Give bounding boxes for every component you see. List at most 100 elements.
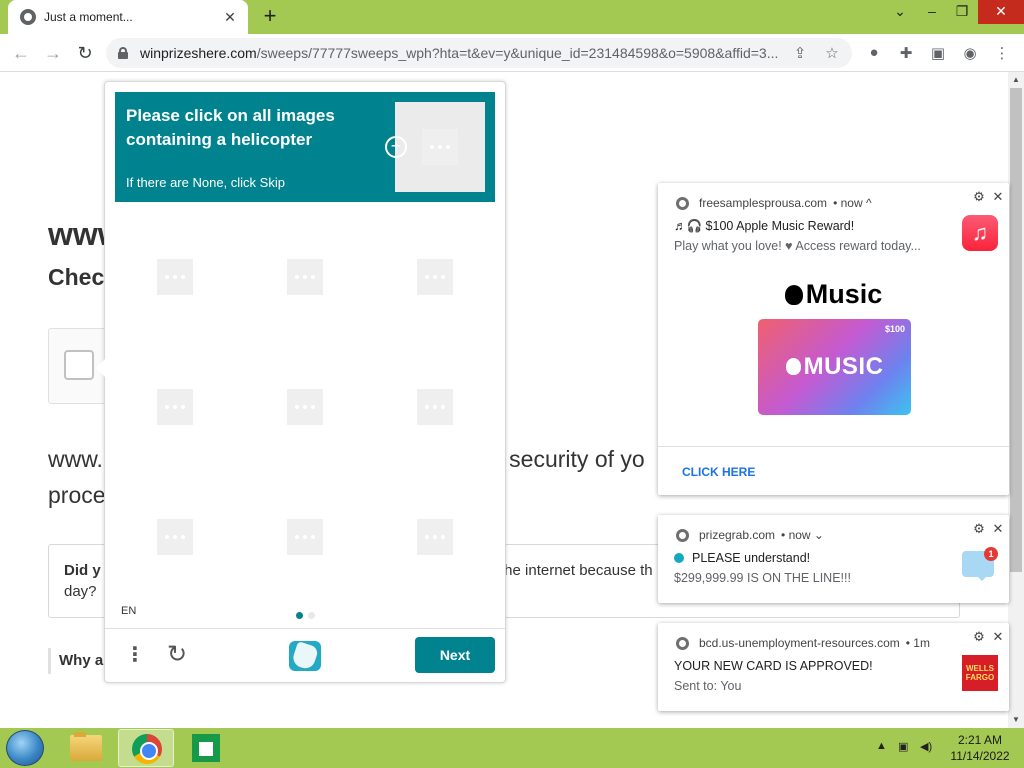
hcaptcha-challenge: Please click on all images containing a … [104, 81, 506, 683]
notification-body: $299,999.99 IS ON THE LINE!!! [674, 571, 851, 585]
image-tile[interactable] [115, 477, 235, 597]
taskbar-explorer[interactable] [58, 729, 114, 767]
notification-time: • 1m [905, 636, 930, 650]
page-scrollbar[interactable]: ▲ ▼ [1008, 72, 1024, 728]
notification-time[interactable]: • now ⌄ [781, 528, 824, 542]
next-button[interactable]: Next [415, 637, 495, 673]
close-icon[interactable]: ✕ [991, 522, 1005, 536]
notification-action-button[interactable]: CLICK HERE [682, 465, 755, 479]
page-paragraph-line1: www. [48, 446, 103, 472]
loading-placeholder [417, 389, 453, 425]
captcha-checkbox[interactable] [64, 350, 94, 380]
loading-placeholder [422, 129, 458, 165]
browser-tab[interactable]: Just a moment... ✕ [8, 0, 248, 34]
image-tile[interactable] [115, 217, 235, 337]
back-button[interactable]: ← [8, 40, 34, 66]
challenge-prompt-text: Please click on all images containing a … [126, 106, 335, 149]
notification-source: prizegrab.com [699, 528, 776, 542]
window-close-button[interactable]: ✕ [978, 0, 1024, 24]
loading-placeholder [417, 519, 453, 555]
minimize-button[interactable]: – [916, 0, 948, 24]
gift-card-label: MUSIC [803, 353, 884, 380]
gear-icon[interactable]: ⚙ [972, 190, 986, 204]
loading-placeholder [157, 389, 193, 425]
apple-music-wordmark: Music [805, 279, 883, 309]
scroll-up-arrow-icon[interactable]: ▲ [1008, 72, 1024, 88]
scroll-down-arrow-icon[interactable]: ▼ [1008, 712, 1024, 728]
clock-time: 2:21 AM [957, 733, 1003, 747]
chrome-icon [132, 734, 162, 764]
more-options-icon[interactable]: ⋮ [125, 643, 145, 667]
notification-body: Play what you love! ♥ Access reward toda… [674, 239, 921, 253]
share-icon[interactable]: ⇪ [790, 44, 810, 62]
taskbar-store[interactable] [178, 729, 234, 767]
gear-icon[interactable]: ⚙ [972, 630, 986, 644]
notification-source: bcd.us-unemployment-resources.com [699, 636, 900, 650]
image-tile[interactable] [245, 347, 365, 467]
apple-music-logo: Music [658, 279, 1009, 310]
new-tab-button[interactable]: + [260, 5, 280, 29]
forward-button[interactable]: → [40, 40, 66, 66]
notification-source: freesamplesprousa.com [699, 196, 828, 210]
challenge-footer: ⋮ ↻ Next [105, 628, 505, 682]
taskbar-clock[interactable]: 2:21 AM 11/14/2022 [942, 732, 1018, 764]
notification-title: ♬🎧 $100 Apple Music Reward! [674, 219, 855, 233]
apple-logo-icon [784, 285, 803, 305]
network-icon[interactable]: ▣ [898, 740, 908, 753]
gift-card-price: $100 [884, 324, 905, 334]
challenge-prompt: Please click on all images containing a … [115, 92, 495, 202]
page-paragraph-line1-right: e security of yo [490, 446, 645, 472]
volume-icon[interactable]: ◀) [920, 740, 932, 753]
store-icon [192, 734, 220, 762]
taskbar-chrome[interactable] [118, 729, 174, 767]
chrome-icon [676, 528, 689, 542]
image-tile[interactable] [375, 347, 495, 467]
notification-title-text: PLEASE understand! [692, 551, 811, 565]
profile-avatar-icon[interactable]: ◉ [960, 44, 980, 64]
restore-button[interactable]: ❐ [946, 0, 978, 24]
tab-title: Just a moment... [44, 10, 133, 24]
apple-logo-icon [785, 358, 801, 375]
tab-close-icon[interactable]: ✕ [222, 9, 238, 26]
expand-plus-icon[interactable]: + [385, 136, 407, 158]
start-button[interactable] [6, 730, 44, 766]
lock-icon[interactable] [118, 47, 128, 59]
folder-icon [70, 732, 102, 761]
bookmark-star-icon[interactable]: ☆ [822, 44, 842, 62]
language-selector[interactable]: EN [121, 605, 136, 617]
notification-header: bcd.us-unemployment-resources.com • 1m [676, 635, 930, 651]
address-bar[interactable]: winprizeshere.com/sweeps/77777sweeps_wph… [106, 38, 852, 68]
image-tile[interactable] [375, 477, 495, 597]
why-heading[interactable]: Why a [48, 648, 103, 674]
extension-blob-icon[interactable]: ● [864, 44, 884, 64]
tab-search-icon[interactable]: ⌄ [884, 0, 916, 24]
reload-button[interactable]: ↻ [72, 40, 98, 66]
loading-placeholder [157, 259, 193, 295]
chrome-menu-icon[interactable]: ⋮ [992, 44, 1012, 64]
extensions-puzzle-icon[interactable]: ✚ [896, 44, 916, 64]
tray-expand-icon[interactable]: ▲ [876, 740, 887, 752]
notification-time[interactable]: • now ^ [833, 196, 872, 210]
notification-prizegrab[interactable]: prizegrab.com • now ⌄ ⚙ ✕ PLEASE underst… [658, 515, 1009, 603]
url-text: winprizeshere.com/sweeps/77777sweeps_wph… [140, 45, 780, 61]
image-tile[interactable] [115, 347, 235, 467]
image-tile[interactable] [245, 477, 365, 597]
refresh-challenge-icon[interactable]: ↻ [165, 643, 189, 667]
close-icon[interactable]: ✕ [991, 630, 1005, 644]
gift-card-image: $100 MUSIC [758, 319, 911, 415]
image-tile[interactable] [245, 217, 365, 337]
image-grid [105, 217, 505, 607]
page-paragraph-line2: proce [48, 482, 106, 508]
image-tile[interactable] [375, 217, 495, 337]
gear-icon[interactable]: ⚙ [972, 522, 986, 536]
wells-fargo-logo: WELLS FARGO [962, 655, 998, 691]
close-icon[interactable]: ✕ [991, 190, 1005, 204]
teal-dot-icon [674, 553, 684, 563]
example-image [395, 102, 485, 192]
side-panel-icon[interactable]: ▣ [928, 44, 948, 64]
notification-badge: 1 [984, 547, 998, 561]
notification-unemployment[interactable]: bcd.us-unemployment-resources.com • 1m ⚙… [658, 623, 1009, 711]
scroll-thumb[interactable] [1010, 88, 1022, 572]
notification-apple-music[interactable]: freesamplesprousa.com • now ^ ⚙ ✕ ♬🎧 $10… [658, 183, 1009, 495]
loading-placeholder [287, 259, 323, 295]
